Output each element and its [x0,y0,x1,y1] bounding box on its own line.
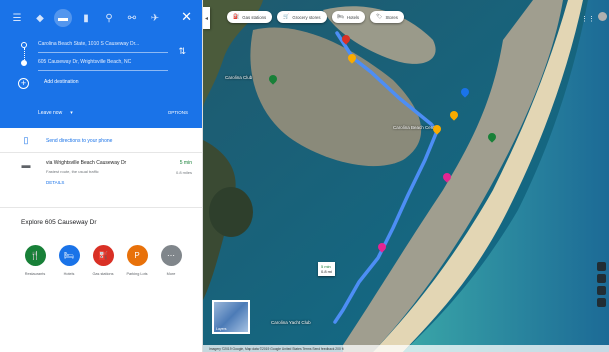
close-icon[interactable]: ✕ [181,9,192,25]
chip-grocery-stores[interactable]: 🛒 Grocery stores [277,11,327,23]
zoom-in-button[interactable] [597,286,606,295]
destination-input[interactable]: 605 Causeway Dr, Wrightsville Beach, NC [38,55,168,71]
apps-grid-icon[interactable]: ⋮⋮ [581,15,595,23]
chip-label: Gas stations [242,14,267,20]
chip-stores[interactable]: 🏷 Stores [370,11,404,23]
more-icon: ⋯ [160,245,182,266]
send-to-phone-label: Send directions to your phone [46,138,113,144]
flight-mode-icon[interactable]: ✈ [146,9,164,27]
destination-dot-icon [21,60,27,66]
more-button[interactable]: ⋯ More [154,245,188,276]
restaurants-icon: 🍴 [24,245,46,266]
route-distance: 0.8 miles [175,170,192,175]
map-canvas[interactable]: Carolina Club Carolina Beach Center Caro… [203,0,609,352]
category-label: Gas stations [92,272,114,276]
divider [0,152,202,153]
transit-mode-icon[interactable]: ▮ [77,9,95,27]
send-to-phone-row[interactable]: ▯ Send directions to your phone [0,135,202,147]
category-label: Hotels [63,272,75,276]
parking-lots-icon: P [126,245,148,266]
options-button[interactable]: OPTIONS [168,110,188,115]
swap-icon[interactable]: ⇅ [178,46,186,57]
chevron-down-icon: ▾ [70,110,73,116]
hotels-icon: 🛏 [337,14,344,20]
layers-label: Layers [216,327,227,331]
car-icon: ▬ [21,160,31,170]
add-destination-button[interactable]: Add destination [44,79,78,85]
directions-panel: ☰ ◆ ▬ ▮ ⚲ ⚯ ✈ ✕ Carolina Beach State, 1010 S … [0,0,203,352]
origin-input[interactable]: Carolina Beach State, 1010 S Causeway Dr… [38,37,168,53]
phone-icon: ▯ [23,135,29,145]
route-details-link[interactable]: DETAILS [46,180,166,185]
map-controls [597,262,606,310]
walk-mode-icon[interactable]: ⚲ [100,9,118,27]
gas-stations-button[interactable]: ⛽ Gas stations [86,245,120,276]
car-mode-icon[interactable]: ▬ [54,9,72,27]
chip-label: Stores [385,14,398,20]
explore-categories: 🍴 Restaurants 🛏 Hotels ⛽ Gas stations P Parking… [18,245,188,276]
add-destination-icon[interactable]: + [18,78,29,89]
restaurants-button[interactable]: 🍴 Restaurants [18,245,52,276]
category-chips: ⛽ Gas stations 🛒 Grocery stores 🛏 Hotels 🏷 Stor… [227,11,409,23]
chip-gas-stations[interactable]: ⛽ Gas stations [227,11,273,23]
collapse-panel-button[interactable]: ◂ [203,7,210,29]
gas-stations-icon: ⛽ [92,245,114,266]
map-label[interactable]: Carolina Yacht Club [271,320,311,325]
route-option[interactable]: ▬ via Wrightsville Beach Causeway Dr Fas… [0,160,202,185]
best-mode-icon[interactable]: ◆ [31,9,49,27]
explore-title: Explore 605 Causeway Dr [21,219,97,226]
stores-icon: 🏷 [376,14,383,20]
avatar[interactable] [598,12,607,21]
layers-button[interactable]: Layers [212,300,250,334]
gas-stations-icon: ⛽ [233,14,240,20]
map-label[interactable]: Carolina Club [225,75,252,80]
leave-now-label: Leave now [38,110,63,116]
menu-icon[interactable]: ☰ [8,9,26,27]
route-tooltip[interactable]: 5 min 0.8 mi [318,262,335,276]
route-title: via Wrightsville Beach Causeway Dr [46,160,127,166]
divider [0,207,202,208]
directions-header: ☰ ◆ ▬ ▮ ⚲ ⚯ ✈ ✕ Carolina Beach State, 1010 S … [0,0,202,128]
map-footer: Imagery ©2019 Google, Map data ©2019 Goo… [203,345,609,352]
location-icon[interactable] [597,262,606,271]
hotels-button[interactable]: 🛏 Hotels [52,245,86,276]
travel-mode-bar: ☰ ◆ ▬ ▮ ⚲ ⚯ ✈ [0,0,202,36]
category-label: Parking Lots [126,272,148,276]
route-connector [23,48,26,60]
category-label: More [166,272,176,276]
parking-lots-button[interactable]: P Parking Lots [120,245,154,276]
pegman-icon[interactable] [597,274,606,283]
category-label: Restaurants [24,272,46,276]
chip-hotels[interactable]: 🛏 Hotels [331,11,366,23]
bike-mode-icon[interactable]: ⚯ [123,9,141,27]
route-subtitle: Fastest route, the usual traffic [46,169,99,174]
leave-now-dropdown[interactable]: Leave now ▾ [38,110,73,116]
grocery-stores-icon: 🛒 [283,14,290,20]
hotels-icon: 🛏 [58,245,80,266]
chip-label: Hotels [346,14,360,20]
zoom-out-button[interactable] [597,298,606,307]
route-time: 5 min [179,160,192,166]
chip-label: Grocery stores [292,14,321,20]
route-summary: 5 min 0.8 miles [176,160,192,175]
route-tooltip-distance: 0.8 mi [321,269,332,274]
satellite-map [203,0,609,352]
